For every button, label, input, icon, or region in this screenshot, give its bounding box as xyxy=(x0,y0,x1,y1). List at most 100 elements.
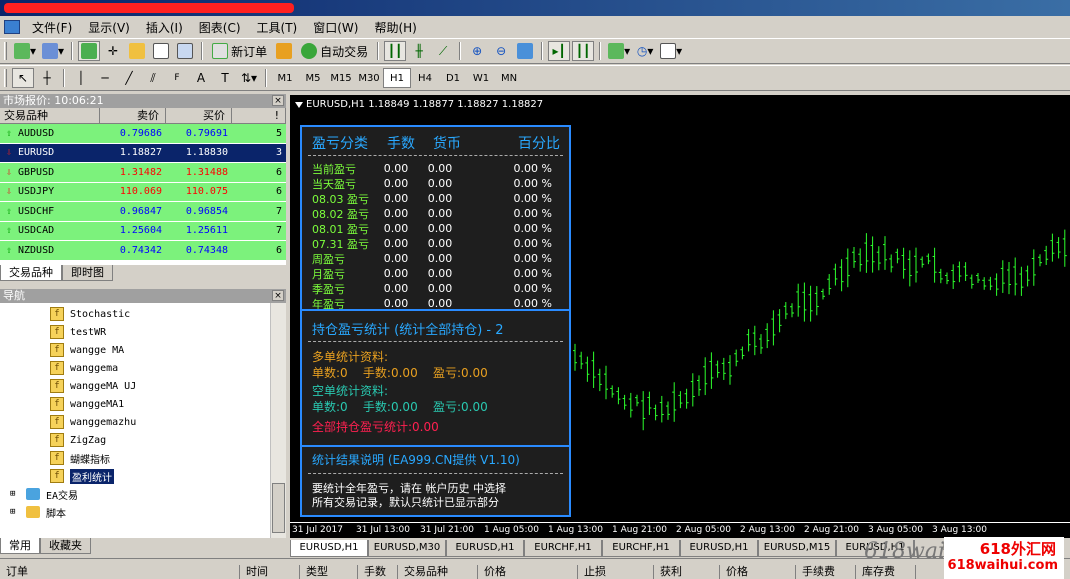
tab-tick-chart[interactable]: 即时图 xyxy=(62,265,113,281)
timeframe-m15[interactable]: M15 xyxy=(327,68,355,88)
timeframe-mn[interactable]: MN xyxy=(495,68,523,88)
menu-help[interactable]: 帮助(H) xyxy=(366,19,424,36)
chart-menu-icon[interactable] xyxy=(295,102,303,108)
list-item[interactable]: ⇩ GBPUSD 1.31482 1.31488 6 xyxy=(0,163,286,183)
app-icon[interactable] xyxy=(4,20,20,34)
timeframe-m5[interactable]: M5 xyxy=(299,68,327,88)
text-button[interactable]: A xyxy=(190,68,212,88)
menu-window[interactable]: 窗口(W) xyxy=(305,19,366,36)
bar-chart-button[interactable]: ┃┃ xyxy=(384,41,407,61)
terminal-column-header[interactable]: 订单 xyxy=(0,565,240,579)
tree-item-indicator[interactable]: f wanggema xyxy=(0,359,286,377)
profiles-button[interactable]: ▾ xyxy=(40,41,66,61)
column-spread[interactable]: ! xyxy=(232,108,286,123)
chart-tab[interactable]: EURUSD,H1 xyxy=(290,540,368,557)
expand-icon[interactable]: ⊞ xyxy=(10,489,20,499)
list-item[interactable]: ⇩ USDJPY 110.069 110.075 6 xyxy=(0,182,286,202)
navigator-scrollbar[interactable] xyxy=(270,303,286,538)
new-order-button[interactable]: 新订单 xyxy=(208,41,271,61)
tree-item-indicator[interactable]: f wanggeMA1 xyxy=(0,395,286,413)
timeframe-m30[interactable]: M30 xyxy=(355,68,383,88)
list-item[interactable]: ⇩ EURUSD 1.18827 1.18830 3 xyxy=(0,143,286,163)
chart-window[interactable]: EURUSD,H1 1.18849 1.18877 1.18827 1.1882… xyxy=(290,95,1070,538)
chart-tab[interactable]: EURUSD,H1 xyxy=(680,540,758,557)
menu-tools[interactable]: 工具(T) xyxy=(249,19,306,36)
chart-tab[interactable]: EURUSD,H1 xyxy=(446,540,524,557)
terminal-column-header[interactable]: 价格 xyxy=(720,565,796,579)
timeframe-h1[interactable]: H1 xyxy=(383,68,411,88)
equidistant-channel-button[interactable]: ⫽ xyxy=(142,68,164,88)
templates-button[interactable]: ▾ xyxy=(658,41,684,61)
chart-shift-button[interactable]: ▸┃ xyxy=(548,41,571,61)
vertical-line-button[interactable]: │ xyxy=(70,68,92,88)
zoom-in-button[interactable]: ⊕ xyxy=(466,41,488,61)
tree-item-indicator[interactable]: f 盈利统计 xyxy=(0,467,286,485)
toolbar-grip[interactable] xyxy=(4,42,7,60)
auto-trading-button[interactable]: 自动交易 xyxy=(297,41,372,61)
terminal-button[interactable] xyxy=(150,41,172,61)
tab-favorites[interactable]: 收藏夹 xyxy=(40,538,91,554)
chart-tab[interactable]: EURUSD,M15 xyxy=(758,540,836,557)
chart-tab[interactable]: EURCHF,H1 xyxy=(524,540,602,557)
tester-button[interactable] xyxy=(174,41,196,61)
tree-folder-expert-advisors[interactable]: ⊞ EA交易 xyxy=(0,485,286,503)
menu-charts[interactable]: 图表(C) xyxy=(191,19,249,36)
candlestick-button[interactable]: ╫ xyxy=(408,41,430,61)
trendline-button[interactable]: ╱ xyxy=(118,68,140,88)
list-item[interactable]: ⇧ AUDUSD 0.79686 0.79691 5 xyxy=(0,124,286,144)
zoom-out-button[interactable]: ⊖ xyxy=(490,41,512,61)
line-chart-button[interactable]: ⟋ xyxy=(432,41,454,61)
navigator-button[interactable] xyxy=(126,41,148,61)
timeframe-m1[interactable]: M1 xyxy=(271,68,299,88)
terminal-column-header[interactable]: 价格 xyxy=(478,565,578,579)
timeframe-h4[interactable]: H4 xyxy=(411,68,439,88)
autoscroll-button[interactable]: ┃┃ xyxy=(572,41,595,61)
arrows-button[interactable]: ⇅ ▾ xyxy=(238,68,260,88)
periods-button[interactable]: ◷ ▾ xyxy=(634,41,656,61)
toolbar-grip[interactable] xyxy=(4,69,7,87)
tree-folder-scripts[interactable]: ⊞ 脚本 xyxy=(0,503,286,521)
tile-windows-button[interactable] xyxy=(514,41,536,61)
column-ask[interactable]: 买价 xyxy=(166,108,232,123)
tree-item-indicator[interactable]: f wanggeMA UJ xyxy=(0,377,286,395)
terminal-column-header[interactable]: 时间 xyxy=(240,565,300,579)
terminal-column-header[interactable]: 手数 xyxy=(358,565,398,579)
fibonacci-button[interactable]: F xyxy=(166,68,188,88)
tree-item-indicator[interactable]: f testWR xyxy=(0,323,286,341)
tree-item-indicator[interactable]: f ZigZag xyxy=(0,431,286,449)
column-symbol[interactable]: 交易品种 xyxy=(0,108,100,123)
cursor-button[interactable]: ↖ xyxy=(12,68,34,88)
horizontal-line-button[interactable]: ─ xyxy=(94,68,116,88)
menu-view[interactable]: 显示(V) xyxy=(80,19,138,36)
expand-icon[interactable]: ⊞ xyxy=(10,507,20,517)
close-icon[interactable]: × xyxy=(272,95,284,106)
terminal-column-header[interactable]: 止损 xyxy=(578,565,654,579)
new-chart-button[interactable]: ▾ xyxy=(12,41,38,61)
terminal-column-header[interactable]: 手续费 xyxy=(796,565,856,579)
tree-item-indicator[interactable]: f wanggemazhu xyxy=(0,413,286,431)
metaeditor-button[interactable] xyxy=(273,41,295,61)
timeframe-w1[interactable]: W1 xyxy=(467,68,495,88)
chart-tab[interactable]: EURCHF,H1 xyxy=(602,540,680,557)
list-item[interactable]: ⇧ NZDUSD 0.74342 0.74348 6 xyxy=(0,241,286,261)
tree-item-indicator[interactable]: f wangge MA xyxy=(0,341,286,359)
crosshair-button[interactable]: ┼ xyxy=(36,68,58,88)
tree-item-indicator[interactable]: f 蝴蝶指标 xyxy=(0,449,286,467)
data-window-button[interactable]: ✛ xyxy=(102,41,124,61)
terminal-column-header[interactable]: 类型 xyxy=(300,565,358,579)
terminal-column-header[interactable]: 交易品种 xyxy=(398,565,478,579)
tree-item-indicator[interactable]: f Stochastic xyxy=(0,305,286,323)
list-item[interactable]: ⇧ USDCHF 0.96847 0.96854 7 xyxy=(0,202,286,222)
menu-insert[interactable]: 插入(I) xyxy=(138,19,191,36)
indicators-button[interactable]: ▾ xyxy=(606,41,632,61)
terminal-column-header[interactable]: 获利 xyxy=(654,565,720,579)
market-watch-button[interactable] xyxy=(78,41,101,61)
close-icon[interactable]: × xyxy=(272,290,284,301)
scrollbar-thumb[interactable] xyxy=(272,483,285,533)
tab-symbols[interactable]: 交易品种 xyxy=(0,265,62,281)
tab-common[interactable]: 常用 xyxy=(0,538,40,554)
timeframe-d1[interactable]: D1 xyxy=(439,68,467,88)
chart-tab[interactable]: EURUSD,M30 xyxy=(368,540,446,557)
text-label-button[interactable]: T xyxy=(214,68,236,88)
menu-file[interactable]: 文件(F) xyxy=(24,19,80,36)
